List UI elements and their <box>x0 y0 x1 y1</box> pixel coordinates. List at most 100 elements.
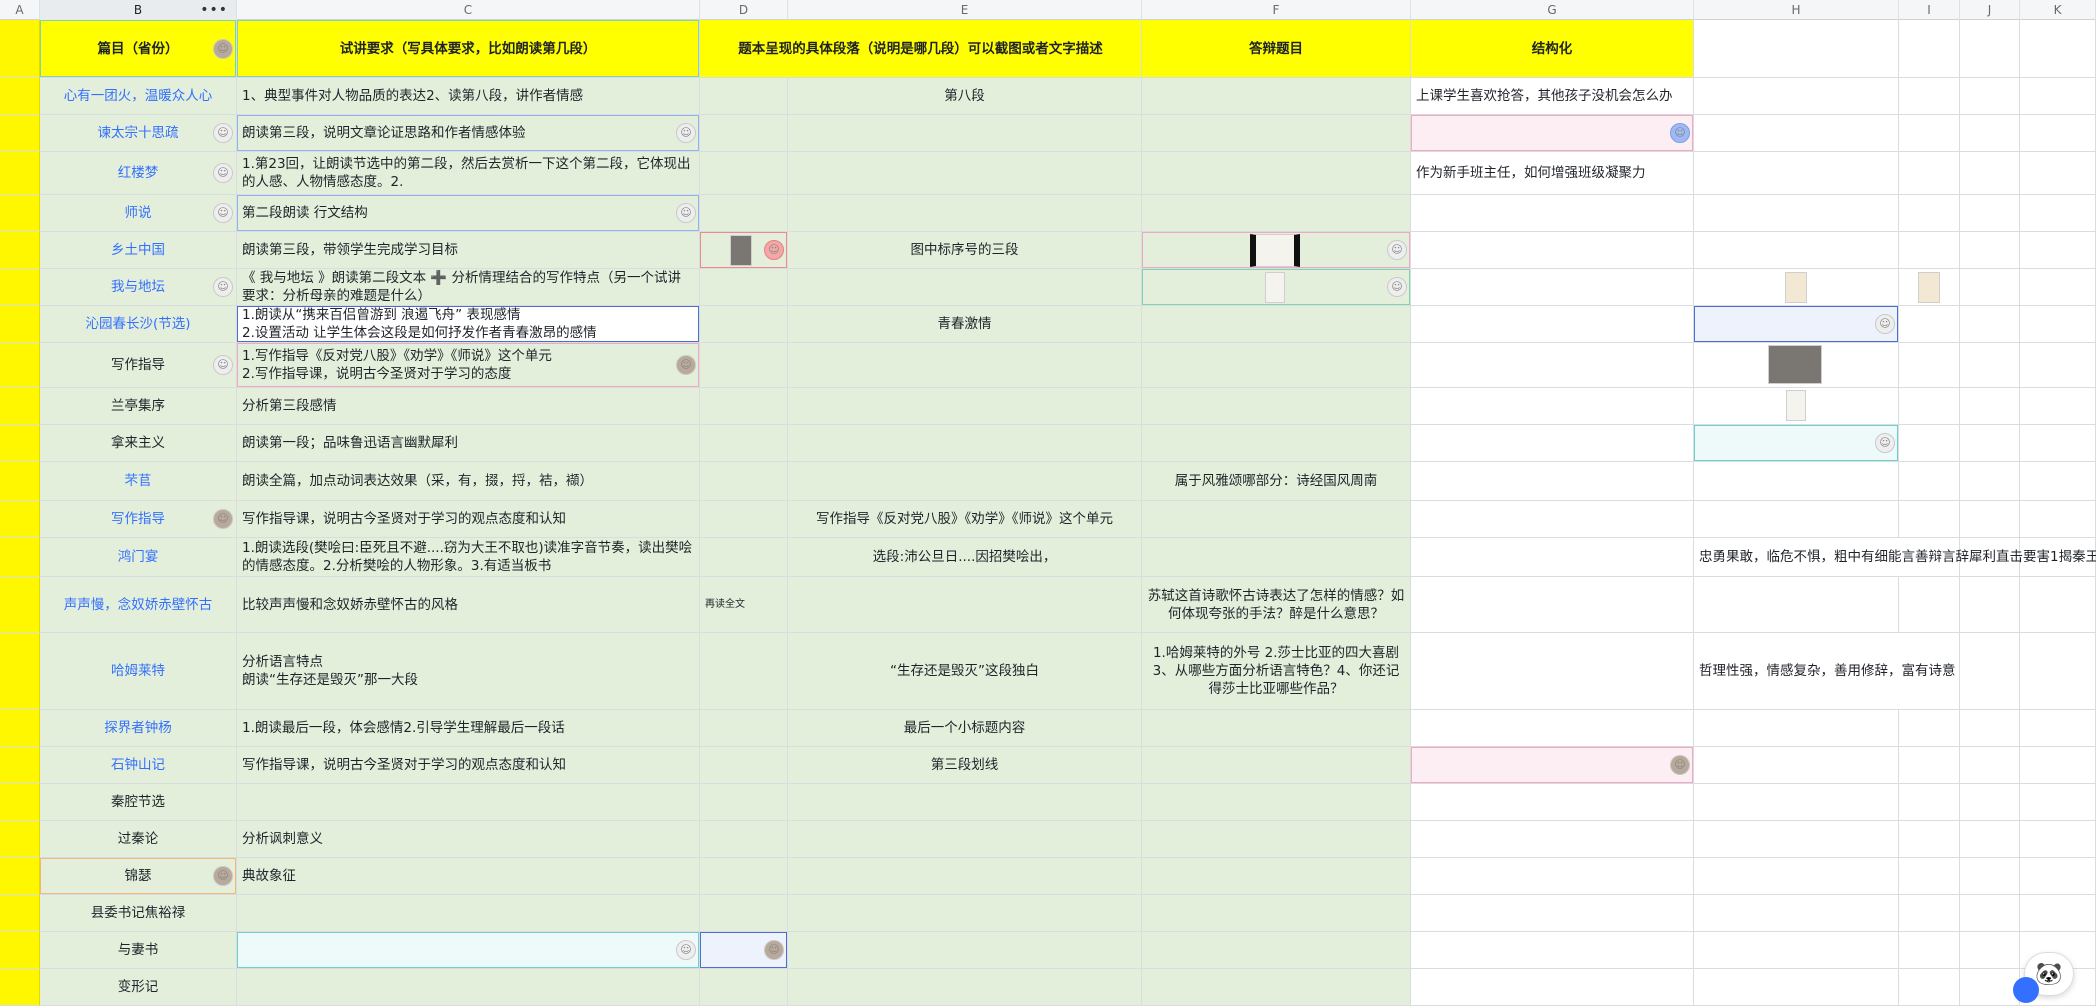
cell-J[interactable] <box>1960 821 2020 858</box>
cell-defense[interactable] <box>1142 784 1411 821</box>
cell-paragraph-e[interactable] <box>788 425 1142 462</box>
cell-J[interactable] <box>1960 388 2020 425</box>
image-thumbnail-icon[interactable] <box>730 235 752 266</box>
cell-structured[interactable] <box>1411 538 1694 577</box>
cell-paragraph-d[interactable] <box>700 388 788 425</box>
cell-K[interactable] <box>2020 462 2096 501</box>
cell-J[interactable] <box>1960 195 2020 232</box>
cell-J[interactable] <box>1960 633 2020 710</box>
cell-title[interactable]: 过秦论 <box>40 821 237 858</box>
cell-requirement[interactable] <box>237 969 700 1006</box>
cell-I[interactable] <box>1899 462 1960 501</box>
cell-paragraph-e[interactable] <box>788 932 1142 969</box>
cell-K[interactable] <box>2020 747 2096 784</box>
cell-K[interactable] <box>2020 269 2096 306</box>
cell-A[interactable] <box>0 152 40 195</box>
cell-K[interactable] <box>2020 710 2096 747</box>
cell-requirement[interactable]: 1.第23回，让朗读节选中的第二段，然后去赏析一下这个第二段，它体现出的人感、人… <box>237 152 700 195</box>
cell-I[interactable] <box>1899 710 1960 747</box>
cell-title[interactable]: 锦瑟 ☺ <box>40 858 237 895</box>
cell-K[interactable] <box>2020 425 2096 462</box>
cell-requirement[interactable]: 朗读全篇，加点动词表达效果（采，有，掇，捋，袺，襭） <box>237 462 700 501</box>
cell-defense[interactable]: 属于风雅颂哪部分：诗经国风周南 <box>1142 462 1411 501</box>
cell-A[interactable] <box>0 115 40 152</box>
cell-K[interactable] <box>2020 195 2096 232</box>
cell-J[interactable] <box>1960 232 2020 269</box>
image-thumbnail-icon[interactable] <box>1785 272 1807 303</box>
cell-I[interactable] <box>1899 821 1960 858</box>
cell-paragraph-e[interactable]: 写作指导《反对党八股》《劝学》《师说》这个单元 <box>788 501 1142 538</box>
cell-title[interactable]: 红楼梦 ☺ <box>40 152 237 195</box>
cell-K[interactable] <box>2020 115 2096 152</box>
cell-title[interactable]: 变形记 <box>40 969 237 1006</box>
cell-title[interactable]: 声声慢，念奴娇赤壁怀古 <box>40 577 237 633</box>
cell-paragraph-e[interactable] <box>788 969 1142 1006</box>
cell-paragraph-e[interactable]: 第八段 <box>788 78 1142 115</box>
cell-paragraph-e[interactable] <box>788 821 1142 858</box>
cell-I[interactable] <box>1899 895 1960 932</box>
cell-paragraph-d[interactable] <box>700 78 788 115</box>
cell-A[interactable] <box>0 425 40 462</box>
cell-H[interactable] <box>1694 710 1899 747</box>
cell-K-header[interactable] <box>2020 20 2096 78</box>
cell-defense[interactable] <box>1142 306 1411 343</box>
cell-paragraph-d[interactable] <box>700 152 788 195</box>
cell-I-header[interactable] <box>1899 20 1960 78</box>
cell-requirement[interactable] <box>237 784 700 821</box>
header-requirement-cell[interactable]: 试讲要求（写具体要求，比如朗读第几段） <box>237 20 700 78</box>
cell-J[interactable] <box>1960 152 2020 195</box>
cell-I[interactable] <box>1899 577 1960 633</box>
cell-paragraph-e[interactable] <box>788 269 1142 306</box>
cell-H[interactable] <box>1694 747 1899 784</box>
cell-structured[interactable] <box>1411 343 1694 388</box>
cell-K[interactable] <box>2020 388 2096 425</box>
header-structured-cell[interactable]: 结构化 <box>1411 20 1694 78</box>
cell-H[interactable] <box>1694 895 1899 932</box>
cell-paragraph-d[interactable]: ☺ <box>700 932 788 969</box>
cell-paragraph-d[interactable] <box>700 821 788 858</box>
cell-paragraph-d[interactable] <box>700 784 788 821</box>
cell-structured[interactable] <box>1411 858 1694 895</box>
cell-H[interactable] <box>1694 577 1899 633</box>
cell-requirement[interactable]: ☺ <box>237 932 700 969</box>
cell-structured[interactable] <box>1411 784 1694 821</box>
cell-J[interactable] <box>1960 78 2020 115</box>
cell-title[interactable]: 哈姆莱特 <box>40 633 237 710</box>
cell-paragraph-e[interactable] <box>788 343 1142 388</box>
cell-J[interactable] <box>1960 969 2020 1006</box>
cell-title[interactable]: 县委书记焦裕禄 <box>40 895 237 932</box>
cell-I[interactable] <box>1899 78 1960 115</box>
header-defense-cell[interactable]: 答辩题目 <box>1142 20 1411 78</box>
cell-title[interactable]: 鸿门宴 <box>40 538 237 577</box>
cell-I[interactable] <box>1899 969 1960 1006</box>
cell-H[interactable]: ☺ <box>1694 425 1899 462</box>
cell-I[interactable] <box>1899 501 1960 538</box>
cell-paragraph-d[interactable] <box>700 115 788 152</box>
cell-A[interactable] <box>0 633 40 710</box>
header-title-cell[interactable]: 篇目（省份） ☺ <box>40 20 237 78</box>
cell-K[interactable] <box>2020 633 2096 710</box>
cell-A[interactable] <box>0 538 40 577</box>
cell-structured[interactable] <box>1411 633 1694 710</box>
cell-paragraph-e[interactable]: 选段:沛公旦日....因招樊哙出， <box>788 538 1142 577</box>
cell-structured[interactable]: ☺ <box>1411 747 1694 784</box>
cell-defense[interactable] <box>1142 932 1411 969</box>
cell-H[interactable] <box>1694 969 1899 1006</box>
cell-A[interactable] <box>0 343 40 388</box>
cell-requirement[interactable]: 1.朗读从“携来百侣曾游到 浪遏飞舟” 表现感情 2.设置活动 让学生体会这段是… <box>237 306 700 343</box>
cell-A[interactable] <box>0 821 40 858</box>
cell-A[interactable] <box>0 501 40 538</box>
column-header-K[interactable]: K <box>2020 0 2096 20</box>
cell-J[interactable] <box>1960 895 2020 932</box>
cell-paragraph-d[interactable] <box>700 306 788 343</box>
cell-title[interactable]: 沁园春长沙(节选) <box>40 306 237 343</box>
cell-defense[interactable] <box>1142 538 1411 577</box>
cell-paragraph-d[interactable]: 再读全文 <box>700 577 788 633</box>
cell-paragraph-d[interactable] <box>700 710 788 747</box>
more-dots-icon[interactable]: ••• <box>200 0 228 20</box>
cell-paragraph-d[interactable] <box>700 343 788 388</box>
cell-requirement[interactable]: 《 我与地坛 》朗读第二段文本 ➕ 分析情理结合的写作特点（另一个试讲要求：分析… <box>237 269 700 306</box>
cell-paragraph-e[interactable]: “生存还是毁灭”这段独白 <box>788 633 1142 710</box>
cell-J[interactable] <box>1960 747 2020 784</box>
cell-A[interactable] <box>0 388 40 425</box>
